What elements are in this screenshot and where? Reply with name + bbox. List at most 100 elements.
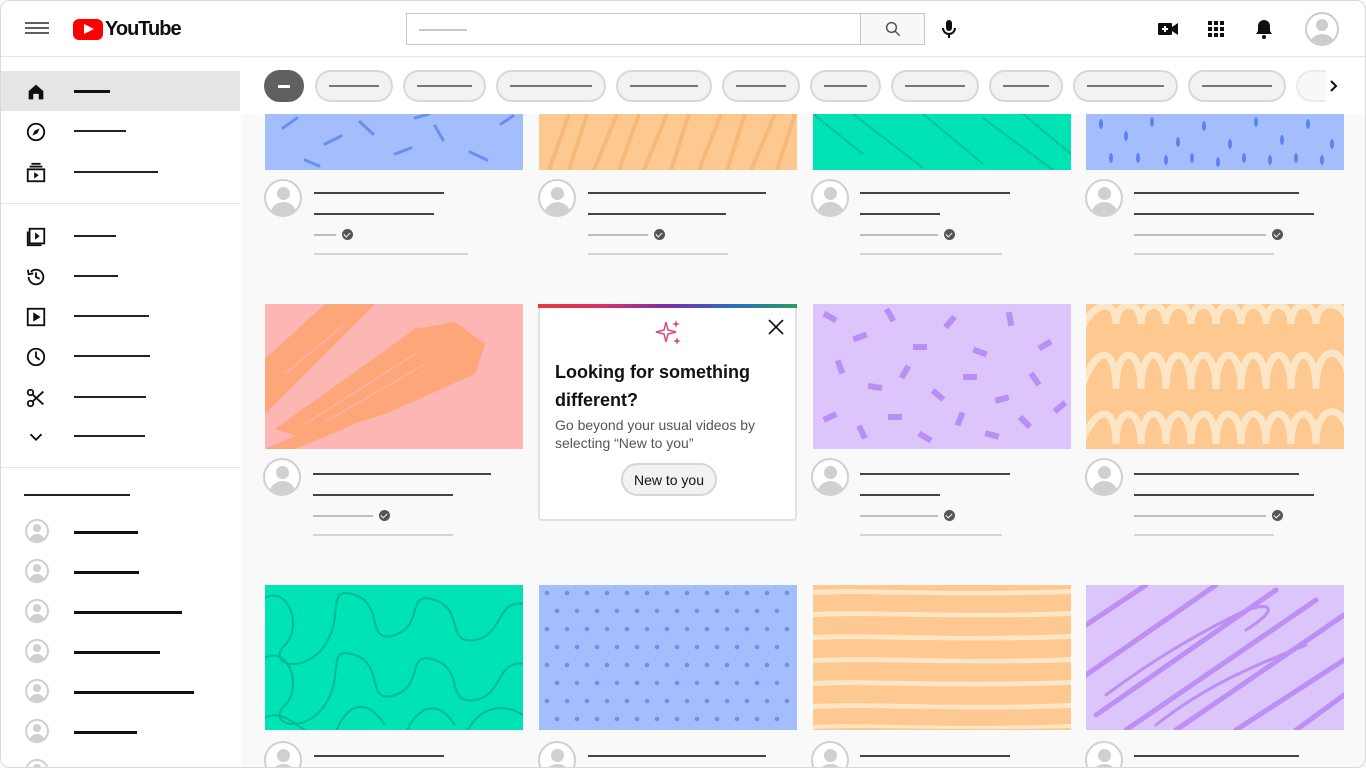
menu-icon[interactable]	[25, 19, 49, 39]
verified-icon	[1272, 229, 1283, 240]
video-title-line[interactable]	[588, 192, 766, 194]
video-title-line[interactable]	[1134, 755, 1299, 757]
subscription-avatar[interactable]	[25, 559, 49, 583]
apps-icon[interactable]	[1204, 17, 1228, 41]
channel-avatar[interactable]	[538, 741, 576, 767]
video-thumbnail[interactable]	[813, 585, 1071, 730]
search-button[interactable]	[860, 13, 925, 45]
video-title-line[interactable]	[313, 473, 491, 475]
filter-chip[interactable]	[315, 70, 393, 102]
youtube-logo[interactable]: YouTube	[73, 17, 182, 40]
video-title-line[interactable]	[860, 494, 940, 496]
show-more-icon	[29, 433, 43, 442]
sidebar-item-home[interactable]	[1, 71, 240, 111]
filter-chip[interactable]	[722, 70, 800, 102]
subscription-avatar[interactable]	[25, 639, 49, 663]
channel-avatar[interactable]	[811, 458, 849, 496]
video-title-line[interactable]	[588, 213, 726, 215]
video-thumbnail[interactable]	[813, 114, 1071, 170]
sidebar	[1, 57, 241, 767]
subscription-label[interactable]	[74, 691, 194, 694]
sidebar-item-your-videos[interactable]	[1, 296, 240, 336]
sidebar-item-library[interactable]	[1, 216, 240, 256]
chevron-right-icon[interactable]	[1319, 73, 1349, 99]
video-thumbnail[interactable]	[813, 304, 1071, 449]
sidebar-item-label	[74, 235, 116, 237]
video-title-line[interactable]	[860, 755, 1010, 757]
subscriptions-icon	[26, 162, 46, 183]
video-thumbnail[interactable]	[265, 304, 523, 449]
video-title-line[interactable]	[313, 494, 453, 496]
video-title-line[interactable]	[860, 473, 1010, 475]
channel-avatar[interactable]	[1085, 741, 1123, 767]
channel-name-line[interactable]	[1134, 234, 1266, 236]
sidebar-item-clips[interactable]	[1, 377, 240, 417]
notifications-icon[interactable]	[1252, 17, 1276, 41]
subscription-avatar[interactable]	[25, 719, 49, 743]
video-thumbnail[interactable]	[539, 114, 797, 170]
account-avatar[interactable]	[1305, 12, 1339, 46]
video-title-line[interactable]	[1134, 213, 1314, 215]
subscription-avatar[interactable]	[25, 679, 49, 703]
channel-name-line[interactable]	[314, 234, 336, 236]
video-thumbnail[interactable]	[1086, 304, 1344, 449]
video-thumbnail[interactable]	[1086, 114, 1344, 170]
channel-avatar[interactable]	[811, 179, 849, 217]
sidebar-item-history[interactable]	[1, 256, 240, 296]
filter-chip[interactable]	[989, 70, 1063, 102]
subscription-label[interactable]	[74, 651, 160, 654]
channel-avatar[interactable]	[811, 741, 849, 767]
filter-chip[interactable]	[810, 70, 881, 102]
video-title-line[interactable]	[1134, 494, 1314, 496]
subscription-label[interactable]	[74, 571, 139, 574]
mic-icon[interactable]	[937, 17, 961, 41]
subscription-label[interactable]	[74, 611, 182, 614]
channel-avatar[interactable]	[264, 179, 302, 217]
video-thumbnail[interactable]	[265, 114, 523, 170]
video-title-line[interactable]	[1134, 192, 1299, 194]
video-title-line[interactable]	[860, 192, 1010, 194]
subscription-avatar[interactable]	[25, 759, 49, 767]
verified-icon	[654, 229, 665, 240]
video-stats-line	[314, 253, 468, 255]
filter-chip[interactable]	[616, 70, 712, 102]
filter-chip[interactable]	[1188, 70, 1286, 102]
channel-avatar[interactable]	[538, 179, 576, 217]
channel-name-line[interactable]	[860, 515, 938, 517]
video-thumbnail[interactable]	[265, 585, 523, 730]
channel-name-line[interactable]	[588, 234, 648, 236]
channel-name-line[interactable]	[860, 234, 938, 236]
sidebar-item-show-more[interactable]	[1, 416, 240, 456]
video-thumbnail[interactable]	[1086, 585, 1344, 730]
filter-chip[interactable]	[496, 70, 606, 102]
filter-chip[interactable]	[1073, 70, 1178, 102]
sidebar-item-subscriptions[interactable]	[1, 152, 240, 192]
subscription-label[interactable]	[74, 531, 138, 534]
video-thumbnail[interactable]	[539, 585, 797, 730]
sidebar-item-watch-later[interactable]	[1, 336, 240, 376]
channel-avatar[interactable]	[264, 741, 302, 767]
channel-name-line[interactable]	[313, 515, 373, 517]
channel-avatar[interactable]	[1085, 179, 1123, 217]
video-title-line[interactable]	[860, 213, 940, 215]
channel-avatar[interactable]	[1085, 458, 1123, 496]
video-title-line[interactable]	[314, 213, 434, 215]
logo-text: YouTube	[105, 17, 182, 40]
subscription-avatar[interactable]	[25, 519, 49, 543]
sidebar-item-explore[interactable]	[1, 111, 240, 151]
close-icon[interactable]	[767, 318, 785, 336]
video-title-line[interactable]	[588, 755, 766, 757]
channel-name-line[interactable]	[1134, 515, 1266, 517]
video-title-line[interactable]	[314, 192, 444, 194]
create-video-icon[interactable]	[1156, 17, 1180, 41]
filter-chip[interactable]	[891, 70, 979, 102]
new-to-you-button[interactable]: New to you	[621, 463, 717, 496]
video-title-line[interactable]	[314, 755, 444, 757]
search-input[interactable]	[406, 13, 861, 45]
filter-chip[interactable]	[403, 70, 486, 102]
chip-all[interactable]	[264, 70, 304, 102]
video-title-line[interactable]	[1134, 473, 1299, 475]
channel-avatar[interactable]	[263, 458, 301, 496]
subscription-label[interactable]	[74, 731, 137, 734]
subscription-avatar[interactable]	[25, 599, 49, 623]
